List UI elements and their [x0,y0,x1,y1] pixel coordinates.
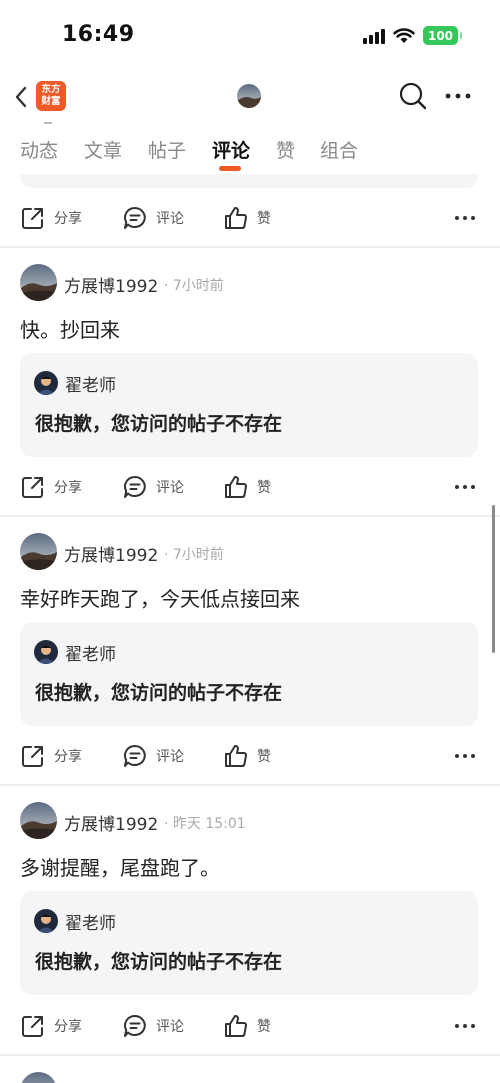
divider [0,1054,500,1056]
more-icon[interactable] [454,214,476,222]
tab-likes[interactable]: 赞 [276,136,295,163]
nav-bar: 东方 财富 [0,72,500,122]
comment-text: 幸好昨天跑了，今天低点接回来 [20,587,300,611]
share-icon [22,746,43,767]
like-label: 赞 [257,480,271,496]
share-label: 分享 [54,749,82,765]
share-button[interactable]: 分享 [20,474,82,500]
comment-text: 多谢提醒，尾盘跑了。 [20,856,220,880]
divider [0,246,500,248]
author-name[interactable]: 方展博1992 [64,810,158,835]
action-bar: 分享 评论 赞 [0,736,500,776]
app-logo-line1: 东方 [41,84,61,95]
comment-button[interactable]: 评论 [122,1013,184,1039]
divider [0,784,500,786]
quoted-author: 翟老师 [65,376,116,396]
quoted-post[interactable]: 翟老师 很抱歉，您访问的帖子不存在 [20,353,478,457]
share-icon [22,477,43,498]
like-button[interactable]: 赞 [223,474,271,500]
more-icon[interactable] [454,752,476,760]
comment-icon [124,207,146,229]
like-label: 赞 [257,1019,271,1035]
profile-avatar[interactable] [237,84,261,108]
comment-button[interactable]: 评论 [122,474,184,500]
status-time: 16:49 [62,22,135,47]
status-bar: 16:49 100 [0,0,500,72]
comment-icon [124,1015,146,1037]
quoted-author: 翟老师 [65,914,116,934]
post-time: · 7小时前 [164,278,224,294]
signal-icon [363,28,385,44]
comment-label: 评论 [156,211,184,227]
share-icon [22,208,43,229]
tab-articles[interactable]: 文章 [84,136,122,163]
thumbs-up-icon [225,1014,247,1037]
thumbs-up-icon [225,475,247,498]
status-icons: 100 [363,26,462,45]
tab-divider [44,122,52,124]
avatar [34,640,58,664]
share-label: 分享 [54,1019,82,1035]
avatar[interactable] [20,1072,57,1083]
more-icon[interactable] [454,1022,476,1030]
share-button[interactable]: 分享 [20,205,82,231]
share-icon [22,1016,43,1037]
avatar[interactable] [20,264,57,301]
tab-portfolio[interactable]: 组合 [320,136,358,163]
post-time: · 昨天 15:01 [164,816,246,832]
author-name[interactable]: 方展博1992 [64,541,158,566]
action-bar: 分享 评论 赞 [0,467,500,507]
battery-indicator: 100 [423,26,462,45]
avatar [34,371,58,395]
active-tab-indicator [219,166,241,171]
share-button[interactable]: 分享 [20,1013,82,1039]
thumbs-up-icon [225,206,247,229]
post-time: · 7小时前 [164,547,224,563]
comment-label: 评论 [156,1019,184,1035]
share-label: 分享 [54,211,82,227]
comment-label: 评论 [156,480,184,496]
like-button[interactable]: 赞 [223,1013,271,1039]
quoted-author: 翟老师 [65,645,116,665]
tab-dynamics[interactable]: 动态 [20,136,58,163]
action-bar: 分享 评论 赞 [0,198,500,238]
quote-card-partial [20,174,478,188]
wifi-icon [393,27,415,43]
comment-icon [124,745,146,767]
app-logo: 东方 财富 [36,81,66,111]
comment-button[interactable]: 评论 [122,205,184,231]
like-button[interactable]: 赞 [223,743,271,769]
more-icon[interactable] [454,483,476,491]
like-label: 赞 [257,211,271,227]
back-icon[interactable] [12,84,32,110]
app-logo-line2: 财富 [41,96,61,107]
quoted-post[interactable]: 翟老师 很抱歉，您访问的帖子不存在 [20,622,478,726]
comment-icon [124,476,146,498]
avatar [34,909,58,933]
comment-button[interactable]: 评论 [122,743,184,769]
comment-label: 评论 [156,749,184,765]
action-bar: 分享 评论 赞 [0,1006,500,1046]
avatar[interactable] [20,533,57,570]
tab-comments[interactable]: 评论 [212,136,250,163]
quoted-text: 很抱歉，您访问的帖子不存在 [35,682,283,704]
quoted-post[interactable]: 翟老师 很抱歉，您访问的帖子不存在 [20,891,478,995]
like-button[interactable]: 赞 [223,205,271,231]
thumbs-up-icon [225,744,247,767]
more-icon[interactable] [444,86,472,106]
quoted-text: 很抱歉，您访问的帖子不存在 [35,413,283,435]
search-icon[interactable] [398,81,428,111]
share-button[interactable]: 分享 [20,743,82,769]
divider [0,515,500,517]
author-name[interactable]: 方展博1992 [64,272,158,297]
tab-posts[interactable]: 帖子 [148,136,186,163]
quoted-text: 很抱歉，您访问的帖子不存在 [35,951,283,973]
comment-text: 快。抄回来 [20,318,120,342]
scrollbar[interactable] [492,505,495,653]
like-label: 赞 [257,749,271,765]
share-label: 分享 [54,480,82,496]
avatar[interactable] [20,802,57,839]
profile-tabs: 动态 文章 帖子 评论 赞 组合 [0,122,500,174]
